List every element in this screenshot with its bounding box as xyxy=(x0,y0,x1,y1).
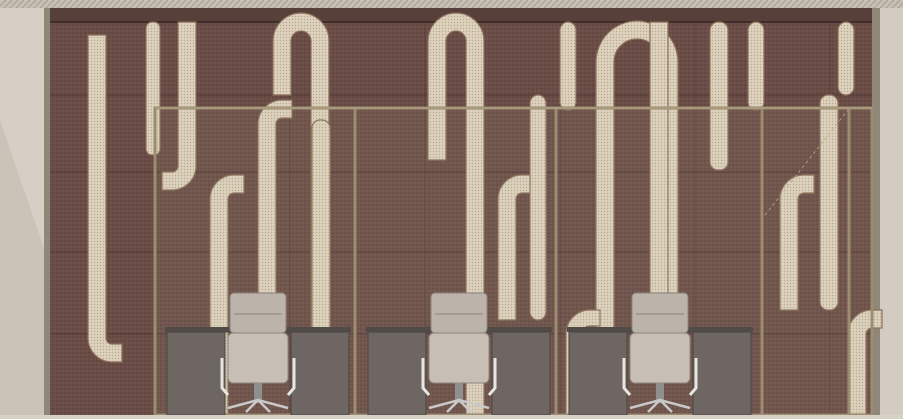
stripe-band xyxy=(837,21,855,96)
right-side-panel xyxy=(880,8,903,415)
elevation-svg xyxy=(0,0,903,417)
desk-pedestal-left xyxy=(367,331,427,416)
chair-backrest xyxy=(229,292,287,334)
stripe xyxy=(837,21,855,96)
ceiling-trim xyxy=(0,0,903,8)
chair-backrest xyxy=(430,292,488,334)
stripe xyxy=(559,21,577,111)
stripe-band xyxy=(747,21,765,111)
desk-pedestal-right xyxy=(290,331,350,416)
chair-backrest xyxy=(631,292,689,334)
desk-pedestal-left xyxy=(166,331,226,416)
interior-elevation-drawing xyxy=(0,0,903,417)
desk-pedestal-right xyxy=(491,331,551,416)
chair-seat-back xyxy=(428,332,490,384)
chair-seat-back xyxy=(629,332,691,384)
stripe xyxy=(747,21,765,111)
desk-pedestal-right xyxy=(692,331,752,416)
stripe-band xyxy=(559,21,577,111)
left-wall-edge xyxy=(44,8,50,415)
desk-pedestal-left xyxy=(568,331,628,416)
chair-seat-back xyxy=(227,332,289,384)
